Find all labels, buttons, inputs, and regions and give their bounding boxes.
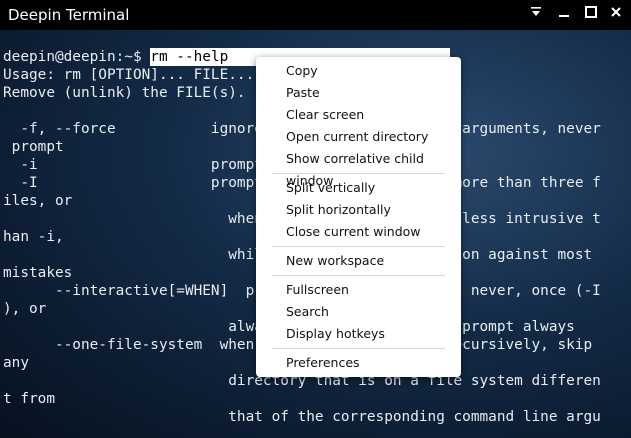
menu-item-close-current-window[interactable]: Close current window	[256, 221, 461, 243]
menu-item-split-horizontally[interactable]: Split horizontally	[256, 199, 461, 221]
terminal-line: t from	[3, 391, 55, 407]
menu-item-paste[interactable]: Paste	[256, 82, 461, 104]
maximize-icon[interactable]	[580, 4, 602, 26]
menu-item-split-vertically[interactable]: Split vertically	[256, 177, 461, 199]
menu-item-preferences[interactable]: Preferences	[256, 352, 461, 374]
terminal-window: Deepin Terminal deepin@deepin:~$ rm --he…	[0, 0, 631, 438]
menu-item-fullscreen[interactable]: Fullscreen	[256, 279, 461, 301]
window-title: Deepin Terminal	[8, 6, 130, 24]
menu-item-clear-screen[interactable]: Clear screen	[256, 104, 461, 126]
menu-item-open-current-directory[interactable]: Open current directory	[256, 126, 461, 148]
close-icon[interactable]	[605, 4, 627, 26]
menu-item-show-correlative-child-window[interactable]: Show correlative child window	[256, 148, 461, 188]
menu-item-copy[interactable]: Copy	[256, 60, 461, 82]
menu-separator	[272, 275, 445, 276]
terminal-line: that of the corresponding command line a…	[3, 409, 601, 425]
menu-icon[interactable]	[525, 4, 547, 26]
menu-item-new-workspace[interactable]: New workspace	[256, 250, 461, 272]
context-menu: Copy Paste Clear screen Open current direct…	[256, 57, 461, 377]
title-bar: Deepin Terminal	[0, 0, 631, 30]
menu-separator	[272, 246, 445, 247]
menu-item-search[interactable]: Search	[256, 301, 461, 323]
menu-item-display-hotkeys[interactable]: Display hotkeys	[256, 323, 461, 345]
prompt: deepin@deepin:~$	[3, 49, 151, 65]
minimize-icon[interactable]	[553, 4, 575, 26]
menu-separator	[272, 348, 445, 349]
